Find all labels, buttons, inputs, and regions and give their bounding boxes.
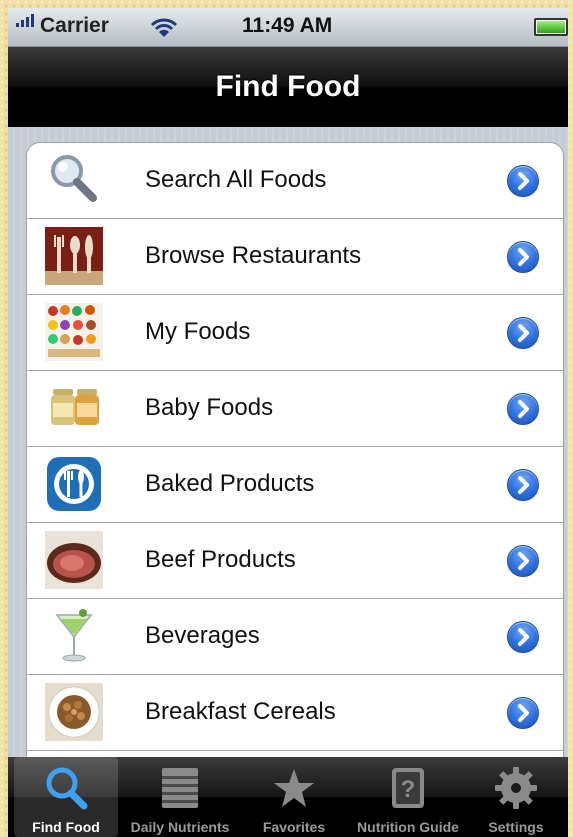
- list-item-search-all-foods[interactable]: Search All Foods: [27, 143, 563, 219]
- tab-label: Settings: [488, 819, 544, 835]
- list-item-my-foods[interactable]: My Foods: [27, 295, 563, 371]
- cereal-bowl-icon: [45, 683, 103, 741]
- magnifier-icon: [51, 155, 97, 202]
- disclosure-arrow-icon[interactable]: [507, 469, 539, 501]
- list-item-label: Search All Foods: [145, 166, 327, 193]
- list-item-label: Baby Foods: [145, 394, 274, 421]
- list-item-label: Browse Restaurants: [145, 242, 362, 269]
- carrier-name: Carrier: [40, 14, 109, 37]
- tab-bar: Find Food Daily Nutrients Favorites ? Nu…: [8, 757, 568, 837]
- list-item-baked-products[interactable]: Baked Products: [27, 447, 563, 523]
- list-item-beverages[interactable]: Beverages: [27, 599, 563, 675]
- battery-icon: [534, 18, 568, 36]
- disclosure-arrow-icon[interactable]: [507, 317, 539, 349]
- list-item-label: Breakfast Cereals: [145, 698, 336, 725]
- food-grid-icon: [45, 303, 103, 361]
- ledger-icon: [162, 768, 198, 808]
- disclosure-arrow-icon[interactable]: [507, 545, 539, 577]
- list-item-label: Baked Products: [145, 470, 315, 497]
- list-item-label: Beef Products: [145, 546, 296, 573]
- page-title: Find Food: [215, 70, 361, 103]
- list-item-label: Beverages: [145, 622, 260, 649]
- food-category-list: Search All Foods Browse Restaurants My F…: [26, 142, 564, 784]
- star-icon: [274, 769, 314, 807]
- disclosure-arrow-icon[interactable]: [507, 621, 539, 653]
- magnifier-icon: [46, 767, 88, 810]
- tab-settings[interactable]: Settings: [470, 757, 562, 837]
- iphone-screen: Carrier 11:49 AM Find Food Search All Fo…: [8, 8, 568, 837]
- list-item-browse-restaurants[interactable]: Browse Restaurants: [27, 219, 563, 295]
- baby-food-jars-icon: [51, 389, 99, 425]
- list-item-breakfast-cereals[interactable]: Breakfast Cereals: [27, 675, 563, 751]
- disclosure-arrow-icon[interactable]: [507, 165, 539, 197]
- list-item-baby-foods[interactable]: Baby Foods: [27, 371, 563, 447]
- roast-beef-icon: [45, 531, 103, 589]
- restaurant-cutlery-icon: [45, 227, 103, 285]
- disclosure-arrow-icon[interactable]: [507, 241, 539, 273]
- disclosure-arrow-icon[interactable]: [507, 697, 539, 729]
- clock-time: 11:49 AM: [242, 14, 333, 37]
- cocktail-glass-icon: [55, 609, 93, 662]
- list-item-beef-products[interactable]: Beef Products: [27, 523, 563, 599]
- status-bar: Carrier 11:49 AM: [8, 8, 568, 47]
- gear-icon: [495, 767, 537, 809]
- disclosure-arrow-icon[interactable]: [507, 393, 539, 425]
- svg-text:?: ?: [401, 776, 416, 803]
- navigation-bar: Find Food: [8, 47, 568, 127]
- list-item-label: My Foods: [145, 318, 251, 345]
- wifi-icon: [150, 18, 178, 37]
- question-book-icon: ?: [392, 768, 424, 808]
- plate-utensils-icon: [47, 457, 101, 511]
